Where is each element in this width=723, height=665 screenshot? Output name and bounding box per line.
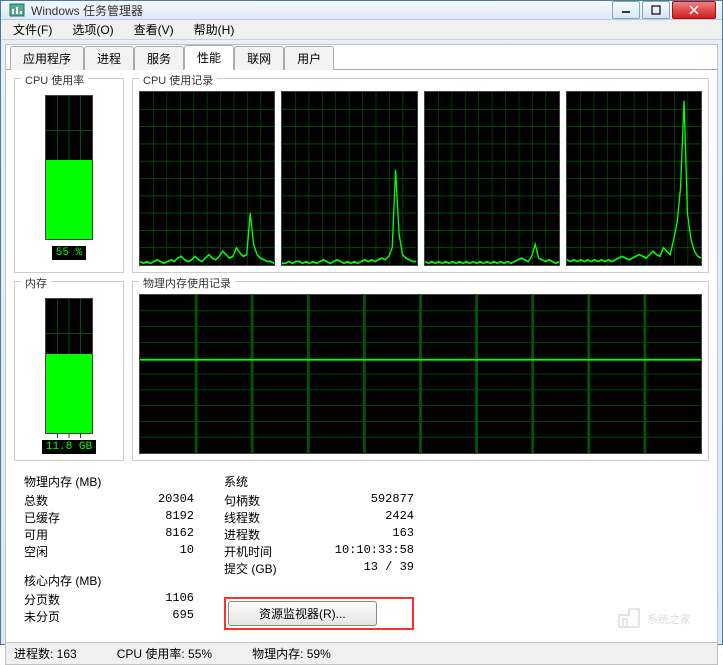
menu-options[interactable]: 选项(O) — [64, 19, 121, 40]
memory-gauge — [45, 298, 93, 434]
cpu-chart-2 — [424, 91, 560, 266]
memory-gauge-fill — [46, 354, 92, 433]
sys-handles-v: 592877 — [371, 492, 414, 509]
kernel-mem-group: 核心内存 (MB) 分页数 1106 未分页 695 — [24, 572, 194, 625]
phys-total-v: 20304 — [158, 492, 194, 509]
tab-applications[interactable]: 应用程序 — [10, 46, 84, 70]
watermark-icon: 系统之家 — [617, 603, 707, 636]
sys-procs-k: 进程数 — [224, 526, 260, 543]
cpu-chart-1 — [281, 91, 417, 266]
window-title: Windows 任务管理器 — [31, 2, 612, 19]
tab-processes[interactable]: 进程 — [84, 46, 134, 70]
cpu-history-box: CPU 使用记录 — [132, 78, 709, 273]
sys-uptime-v: 10:10:33:58 — [335, 543, 414, 560]
phys-free-v: 10 — [180, 543, 194, 560]
kernel-nonpaged-v: 695 — [172, 608, 194, 625]
kernel-paged-k: 分页数 — [24, 591, 60, 608]
sys-threads-k: 线程数 — [224, 509, 260, 526]
memory-chart — [139, 294, 702, 454]
sys-uptime-k: 开机时间 — [224, 543, 272, 560]
performance-tab-content: CPU 使用率 55 % CPU 使用记录 — [6, 69, 717, 642]
cpu-gauge-fill — [46, 160, 92, 239]
phys-mem-group: 物理内存 (MB) 总数 20304 已缓存 8192 可用 8162 空闲 10 — [24, 473, 194, 560]
kernel-nonpaged-k: 未分页 — [24, 608, 60, 625]
titlebar[interactable]: Windows 任务管理器 — [1, 1, 722, 20]
resource-monitor-button[interactable]: 资源监视器(R)... — [228, 601, 377, 626]
tab-networking[interactable]: 联网 — [234, 46, 284, 70]
menu-file[interactable]: 文件(F) — [5, 19, 60, 40]
system-header: 系统 — [224, 473, 414, 490]
status-cpu: CPU 使用率: 55% — [117, 645, 212, 662]
tab-strip: 应用程序 进程 服务 性能 联网 用户 — [6, 45, 717, 69]
kernel-mem-header: 核心内存 (MB) — [24, 572, 194, 589]
window-buttons — [612, 1, 716, 19]
memory-gauge-label: 11.8 GB — [42, 440, 96, 454]
cpu-history-title: CPU 使用记录 — [139, 72, 217, 88]
menu-help[interactable]: 帮助(H) — [186, 19, 243, 40]
phys-avail-k: 可用 — [24, 526, 48, 543]
status-memory: 物理内存: 59% — [252, 645, 331, 662]
memory-title: 内存 — [21, 275, 51, 291]
stats-row: 物理内存 (MB) 总数 20304 已缓存 8192 可用 8162 空闲 10 核心… — [14, 469, 709, 634]
phys-mem-header: 物理内存 (MB) — [24, 473, 194, 490]
tab-performance[interactable]: 性能 — [184, 45, 234, 70]
phys-cached-v: 8192 — [165, 509, 194, 526]
svg-text:系统之家: 系统之家 — [647, 612, 691, 626]
memory-history-box: 物理内存使用记录 — [132, 281, 709, 461]
menubar: 文件(F) 选项(O) 查看(V) 帮助(H) — [1, 20, 722, 40]
cpu-usage-box: CPU 使用率 55 % — [14, 78, 124, 273]
tab-users[interactable]: 用户 — [284, 46, 334, 70]
sys-threads-v: 2424 — [385, 509, 414, 526]
tab-services[interactable]: 服务 — [134, 46, 184, 70]
cpu-gauge — [45, 95, 93, 240]
memory-history-title: 物理内存使用记录 — [139, 275, 235, 291]
phys-total-k: 总数 — [24, 492, 48, 509]
task-manager-window: Windows 任务管理器 文件(F) 选项(O) 查看(V) 帮助(H) 应用… — [0, 0, 723, 645]
sys-procs-v: 163 — [392, 526, 414, 543]
sys-handles-k: 句柄数 — [224, 492, 260, 509]
client-area: 应用程序 进程 服务 性能 联网 用户 CPU 使用率 — [5, 44, 718, 665]
cpu-chart-3 — [566, 91, 702, 266]
phys-avail-v: 8162 — [165, 526, 194, 543]
phys-cached-k: 已缓存 — [24, 509, 60, 526]
status-processes: 进程数: 163 — [14, 645, 77, 662]
sys-commit-v: 13 / 39 — [364, 560, 414, 577]
maximize-button[interactable] — [642, 1, 670, 19]
minimize-button[interactable] — [612, 1, 640, 19]
system-group: 系统 句柄数 592877 线程数 2424 进程数 163 开机时间 10:10:33… — [224, 473, 414, 577]
statusbar: 进程数: 163 CPU 使用率: 55% 物理内存: 59% — [6, 642, 717, 664]
app-icon — [9, 2, 25, 18]
kernel-paged-v: 1106 — [165, 591, 194, 608]
cpu-usage-title: CPU 使用率 — [21, 72, 88, 88]
cpu-chart-0 — [139, 91, 275, 266]
cpu-gauge-label: 55 % — [52, 246, 86, 260]
sys-commit-k: 提交 (GB) — [224, 560, 277, 577]
menu-view[interactable]: 查看(V) — [126, 19, 182, 40]
memory-box: 内存 11.8 GB — [14, 281, 124, 461]
close-button[interactable] — [672, 1, 716, 19]
phys-free-k: 空闲 — [24, 543, 48, 560]
